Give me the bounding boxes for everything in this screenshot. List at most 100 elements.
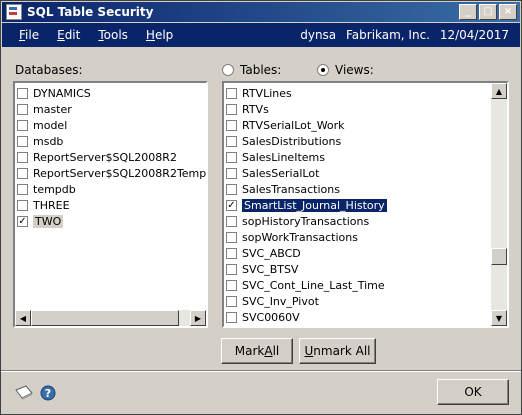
row-checkbox[interactable] [226, 151, 237, 163]
minimize-button[interactable]: _ [459, 4, 477, 20]
row-checkbox[interactable] [17, 199, 28, 211]
row-checkbox[interactable] [226, 295, 237, 307]
databases-label: Databases: [15, 63, 83, 77]
row-label: model [33, 118, 68, 132]
unmark-all-button[interactable]: Unmark All [299, 338, 376, 364]
database-row[interactable]: master [15, 101, 206, 117]
row-checkbox[interactable]: ✓ [226, 199, 237, 211]
view-row[interactable]: SalesTransactions [224, 181, 507, 197]
row-checkbox[interactable] [226, 87, 237, 99]
row-label: SVC_BTSV [242, 262, 299, 276]
row-checkbox[interactable] [226, 279, 237, 291]
row-checkbox[interactable] [226, 247, 237, 259]
row-checkbox[interactable] [17, 183, 28, 195]
scroll-down-button[interactable]: ▼ [491, 310, 507, 326]
database-row[interactable]: ✓ TWO [15, 213, 206, 229]
view-row[interactable]: RTVSerialLot_Work [224, 117, 507, 133]
row-label: msdb [33, 134, 64, 148]
database-row[interactable]: ReportServer$SQL2008R2TempDB [15, 165, 206, 181]
row-checkbox[interactable] [226, 135, 237, 147]
scroll-left-button[interactable]: ◀ [15, 310, 31, 326]
row-checkbox[interactable] [226, 183, 237, 195]
row-checkbox[interactable] [17, 103, 28, 115]
row-checkbox[interactable] [226, 311, 237, 323]
row-checkbox[interactable] [17, 151, 28, 163]
row-label: sopWorkTransactions [242, 230, 358, 244]
databases-hscrollbar[interactable]: ◀ ▶ [15, 310, 206, 326]
database-row[interactable]: msdb [15, 133, 206, 149]
row-checkbox[interactable] [226, 103, 237, 115]
view-row[interactable]: SalesDistributions [224, 133, 507, 149]
row-label: RTVLines [242, 86, 292, 100]
views-radio[interactable] [317, 64, 329, 76]
row-checkbox[interactable] [226, 119, 237, 131]
objects-list[interactable]: RTVLines RTVs RTVSerialLot_Work SalesDistri… [222, 81, 509, 328]
view-row[interactable]: SalesSerialLot [224, 165, 507, 181]
app-icon [6, 4, 22, 20]
tables-radio-label: Tables: [240, 63, 282, 77]
database-row[interactable]: model [15, 117, 206, 133]
view-row[interactable]: SVC_Inv_Pivot [224, 293, 507, 309]
objects-vscrollbar[interactable]: ▲ ▼ [491, 83, 507, 326]
view-row[interactable]: SVC0060V [224, 309, 507, 325]
ok-button[interactable]: OK [437, 379, 509, 405]
row-label: THREE [33, 198, 70, 212]
row-checkbox[interactable] [226, 215, 237, 227]
row-checkbox[interactable] [226, 263, 237, 275]
menu-tools[interactable]: Tools [89, 28, 137, 42]
title-bar[interactable]: SQL Table Security _ □ × [2, 2, 520, 22]
row-label: SVC_Cont_Line_Last_Time [242, 278, 385, 292]
footer-divider [1, 370, 521, 372]
row-checkbox[interactable] [226, 231, 237, 243]
view-row[interactable]: RTVLines [224, 85, 507, 101]
maximize-button[interactable]: □ [479, 4, 497, 20]
menu-file[interactable]: File [2, 28, 48, 42]
database-row[interactable]: DYNAMICS [15, 85, 206, 101]
row-label: sopHistoryTransactions [242, 214, 370, 228]
view-row[interactable]: sopWorkTransactions [224, 229, 507, 245]
database-row[interactable]: ReportServer$SQL2008R2 [15, 149, 206, 165]
view-row[interactable]: ✓ SmartList_Journal_History [224, 197, 507, 213]
row-checkbox[interactable] [17, 87, 28, 99]
mark-all-button[interactable]: Mark All [221, 338, 293, 364]
svg-text:?: ? [45, 387, 51, 400]
row-label: SalesSerialLot [242, 166, 320, 180]
row-checkbox[interactable] [17, 119, 28, 131]
database-row[interactable]: THREE [15, 197, 206, 213]
user-date: 12/04/2017 [439, 28, 509, 42]
row-checkbox[interactable]: ✓ [17, 215, 28, 227]
view-row[interactable]: sopHistoryTransactions [224, 213, 507, 229]
help-icon[interactable]: ? [40, 385, 56, 401]
status-info: dynsa Fabrikam, Inc. 12/04/2017 [294, 28, 509, 42]
row-label: RTVs [242, 102, 269, 116]
objects-vscroll-thumb[interactable] [491, 248, 507, 265]
tables-radio[interactable] [222, 64, 234, 76]
row-label: ReportServer$SQL2008R2 [33, 150, 177, 164]
menu-edit[interactable]: Edit [48, 28, 89, 42]
menu-help[interactable]: Help [137, 28, 182, 42]
row-checkbox[interactable] [17, 135, 28, 147]
view-row[interactable]: SVC_Cont_Line_Last_Time [224, 277, 507, 293]
close-button[interactable]: × [499, 4, 517, 20]
view-row[interactable]: SalesLineItems [224, 149, 507, 165]
view-row[interactable]: SVC_ABCD [224, 245, 507, 261]
databases-list[interactable]: DYNAMICS master model msdb ReportServer$SQL2… [13, 81, 208, 328]
row-checkbox[interactable] [17, 167, 28, 179]
views-radio-label: Views: [335, 63, 374, 77]
company-name: Fabrikam, Inc. [345, 28, 430, 42]
scroll-up-button[interactable]: ▲ [491, 83, 507, 99]
scroll-right-button[interactable]: ▶ [190, 310, 206, 326]
row-label: ReportServer$SQL2008R2TempDB [33, 166, 208, 180]
databases-hscroll-thumb[interactable] [31, 310, 179, 326]
window-title: SQL Table Security [27, 5, 154, 19]
row-label: SVC0060V [242, 310, 300, 324]
row-checkbox[interactable] [226, 167, 237, 179]
note-icon[interactable] [13, 384, 35, 400]
row-label: DYNAMICS [33, 86, 91, 100]
user-id: dynsa [300, 28, 337, 42]
view-row[interactable]: SVC_BTSV [224, 261, 507, 277]
row-label: TWO [33, 214, 64, 228]
database-row[interactable]: tempdb [15, 181, 206, 197]
view-row[interactable]: RTVs [224, 101, 507, 117]
row-label: SalesTransactions [242, 182, 340, 196]
